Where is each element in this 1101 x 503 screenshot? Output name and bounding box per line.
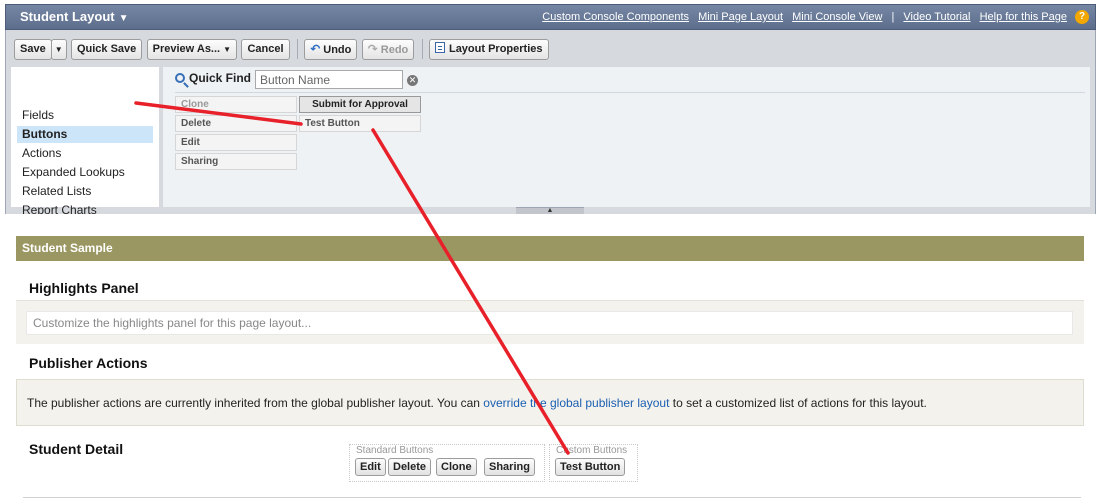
palette-item-test-button[interactable]: Test Button xyxy=(299,115,421,132)
link-separator: | xyxy=(891,11,895,23)
link-custom-console-components[interactable]: Custom Console Components xyxy=(542,11,689,23)
chevron-down-icon: ▼ xyxy=(118,13,129,24)
sharing-button[interactable]: Sharing xyxy=(484,458,535,476)
layout-title: Student Layout xyxy=(20,9,115,24)
category-buttons[interactable]: Buttons xyxy=(17,126,153,143)
layout-properties-label: Layout Properties xyxy=(448,43,543,55)
preview-as-button[interactable]: Preview As... ▼ xyxy=(146,39,238,60)
category-actions[interactable]: Actions xyxy=(17,145,153,162)
toolbar-divider xyxy=(421,39,423,59)
toolbar: Save ▼ Quick Save Preview As... ▼ Cancel … xyxy=(14,39,550,61)
palette-item-delete[interactable]: Delete xyxy=(175,115,297,132)
edit-button[interactable]: Edit xyxy=(355,458,386,476)
quick-find-input[interactable] xyxy=(255,70,403,89)
palette-categories: Fields Buttons Actions Expanded Lookups … xyxy=(11,67,159,217)
palette-item-edit[interactable]: Edit xyxy=(175,134,297,151)
redo-icon: ↷ xyxy=(367,42,378,56)
student-detail-title: Student Detail xyxy=(29,441,124,457)
preview-as-label: Preview As... xyxy=(152,43,221,55)
quick-save-button[interactable]: Quick Save xyxy=(70,39,143,60)
layout-title-menu[interactable]: Student Layout ▼ xyxy=(20,9,129,24)
publisher-text-after: to set a customized list of actions for … xyxy=(669,396,927,410)
chevron-down-icon: ▼ xyxy=(223,45,232,54)
toolbar-divider xyxy=(296,39,298,59)
standard-buttons-label: Standard Buttons xyxy=(356,445,434,456)
layout-properties-button[interactable]: Layout Properties xyxy=(428,39,549,60)
header-links: Custom Console Components Mini Page Layo… xyxy=(536,11,1067,23)
layout-canvas: Student Sample Highlights Panel Customiz… xyxy=(5,214,1096,503)
palette-collapse-handle[interactable]: ▲ xyxy=(516,207,584,214)
category-expanded-lookups[interactable]: Expanded Lookups xyxy=(17,164,153,181)
layout-header: Student Layout ▼ Custom Console Component… xyxy=(5,4,1096,30)
redo-button[interactable]: ↷ Redo xyxy=(361,39,415,60)
undo-label: Undo xyxy=(323,44,352,56)
undo-icon: ↶ xyxy=(310,42,321,56)
layout-editor-frame: Save ▼ Quick Save Preview As... ▼ Cancel … xyxy=(5,30,1096,217)
override-publisher-layout-link[interactable]: override the global publisher layout xyxy=(483,396,669,410)
clear-icon[interactable]: ✕ xyxy=(407,75,418,86)
publisher-text-before: The publisher actions are currently inhe… xyxy=(27,396,484,410)
publisher-actions-box: The publisher actions are currently inhe… xyxy=(16,379,1084,426)
quick-find: Quick Find xyxy=(175,71,251,85)
link-help-for-this-page[interactable]: Help for this Page xyxy=(980,11,1067,23)
save-button[interactable]: Save xyxy=(14,39,52,60)
link-mini-page-layout[interactable]: Mini Page Layout xyxy=(698,11,783,23)
palette-item-submit-for-approval[interactable]: Submit for Approval xyxy=(299,96,421,113)
highlights-panel: Customize the highlights panel for this … xyxy=(16,300,1084,344)
highlights-panel-title: Highlights Panel xyxy=(29,280,139,296)
palette-item-clone[interactable]: Clone xyxy=(175,96,297,113)
palette-items-panel: Quick Find ✕ Clone Delete Edit Sharing S… xyxy=(163,67,1090,207)
category-fields[interactable]: Fields xyxy=(17,107,153,124)
clone-button[interactable]: Clone xyxy=(436,458,477,476)
help-icon[interactable]: ? xyxy=(1075,10,1089,24)
publisher-actions-title: Publisher Actions xyxy=(29,355,148,371)
properties-icon xyxy=(434,42,445,53)
link-mini-console-view[interactable]: Mini Console View xyxy=(792,11,882,23)
redo-label: Redo xyxy=(380,44,409,56)
category-related-lists[interactable]: Related Lists xyxy=(17,183,153,200)
search-icon xyxy=(175,73,185,83)
custom-buttons-group: Custom Buttons Test Button xyxy=(549,444,638,482)
save-menu-button[interactable]: ▼ xyxy=(50,39,67,60)
link-video-tutorial[interactable]: Video Tutorial xyxy=(903,11,970,23)
highlights-panel-placeholder[interactable]: Customize the highlights panel for this … xyxy=(26,311,1073,335)
palette-item-sharing[interactable]: Sharing xyxy=(175,153,297,170)
test-button[interactable]: Test Button xyxy=(555,458,626,476)
standard-buttons-group: Standard Buttons Edit Delete Clone Shari… xyxy=(349,444,545,482)
cancel-button[interactable]: Cancel xyxy=(241,39,290,60)
chevron-down-icon: ▼ xyxy=(54,45,63,54)
delete-button[interactable]: Delete xyxy=(388,458,432,476)
quick-find-label: Quick Find xyxy=(189,71,252,85)
undo-button[interactable]: ↶ Undo xyxy=(304,39,358,60)
section-divider xyxy=(23,497,1081,498)
sample-header: Student Sample xyxy=(16,236,1084,261)
custom-buttons-label: Custom Buttons xyxy=(556,445,628,456)
palette-divider xyxy=(175,92,1085,93)
